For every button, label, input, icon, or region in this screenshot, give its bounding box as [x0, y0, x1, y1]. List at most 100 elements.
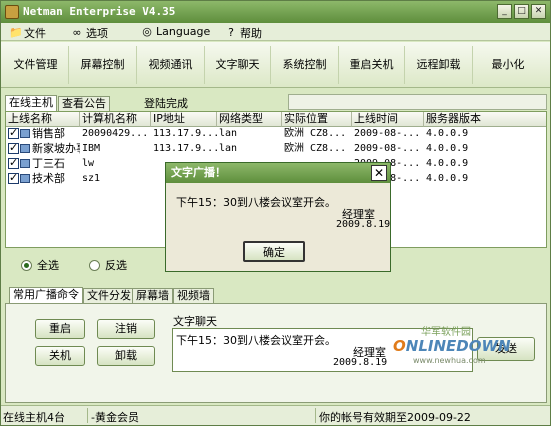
- col-header-network[interactable]: 网络类型: [217, 112, 282, 127]
- tab-file-distribution[interactable]: 文件分发: [83, 288, 135, 304]
- network-type: lan: [219, 143, 238, 154]
- tab-broadcast-commands[interactable]: 常用广播命令: [9, 287, 83, 304]
- col-header-time[interactable]: 上线时间: [352, 112, 424, 127]
- member-level: -黄金会员: [91, 411, 139, 424]
- col-header-ip[interactable]: IP地址: [151, 112, 217, 127]
- computer-icon: [20, 174, 30, 183]
- watermark-en: ONLINEDOWN: [393, 337, 511, 355]
- server-version: 4.0.0.9: [426, 143, 469, 154]
- app-icon: [5, 5, 19, 19]
- broadcast-dialog: 文字广播！ ✕ 下午15：30到八楼会议室开会。 经理室 2009.8.19 确…: [165, 162, 391, 272]
- ip-address: 113.17.9...: [153, 128, 217, 139]
- computer-name: IBM: [82, 143, 101, 154]
- row-checkbox[interactable]: [8, 142, 19, 155]
- online-time: 2009-08-...: [354, 128, 421, 139]
- server-version: 4.0.0.9: [426, 128, 469, 139]
- online-time: 2009-08-...: [354, 143, 421, 154]
- server-version: 4.0.0.9: [426, 158, 469, 169]
- account-expiry: 你的帐号有效期至2009-09-22: [319, 411, 471, 424]
- menu-language[interactable]: ◎ Language: [141, 25, 210, 38]
- computer-name: 20090429...: [82, 128, 149, 139]
- host-name-cell: 销售部: [6, 127, 80, 141]
- row-checkbox[interactable]: [8, 127, 19, 140]
- menu-file-label: 文件: [24, 27, 46, 40]
- menu-options[interactable]: ∞ 选项: [71, 25, 108, 41]
- host-name: 技术部: [32, 172, 65, 185]
- toolbar: 文件管理 屏幕控制 视频通讯 文字聊天 系统控制 重启关机 远程卸载 最小化: [1, 42, 550, 88]
- login-status: 登陆完成: [144, 97, 188, 110]
- table-row[interactable]: 新家坡办事处 IBM 113.17.9... lan 欧洲 CZ8... 200…: [6, 142, 546, 156]
- tab-screen-wall[interactable]: 屏幕墙: [132, 288, 173, 304]
- menu-options-label: 选项: [86, 27, 108, 40]
- menu-help-label: 帮助: [240, 27, 262, 40]
- chat-label: 文字聊天: [173, 315, 217, 328]
- screen-control-button[interactable]: 屏幕控制: [69, 46, 137, 84]
- watermark-cn: 华军软件园: [421, 327, 471, 338]
- computer-icon: [20, 129, 30, 138]
- menu-language-label: Language: [156, 25, 211, 38]
- row-checkbox[interactable]: [8, 157, 19, 170]
- host-name-cell: 新家坡办事处: [6, 142, 80, 156]
- text-chat-button[interactable]: 文字聊天: [205, 46, 271, 84]
- dialog-close-button[interactable]: ✕: [371, 165, 387, 181]
- file-manage-button[interactable]: 文件管理: [3, 46, 69, 84]
- logoff-button[interactable]: 注销: [97, 319, 155, 339]
- restart-button[interactable]: 重启: [35, 319, 85, 339]
- shutdown-button[interactable]: 关机: [35, 346, 85, 366]
- computer-icon: [20, 159, 30, 168]
- host-name: 丁三石: [32, 157, 65, 170]
- host-name: 销售部: [32, 127, 65, 140]
- menu-help[interactable]: ? 帮助: [225, 25, 262, 41]
- chat-message: 下午15：30到八楼会议室开会。: [176, 334, 336, 347]
- dialog-message: 下午15：30到八楼会议室开会。: [176, 196, 336, 209]
- computer-icon: [20, 144, 30, 153]
- status-divider: [87, 408, 88, 423]
- dialog-ok-button[interactable]: 确定: [243, 241, 305, 262]
- restart-shutdown-button[interactable]: 重启关机: [339, 46, 405, 84]
- online-count: 在线主机4台: [3, 411, 65, 424]
- menu-bar: 📁 文件 ∞ 选项 ◎ Language ? 帮助: [1, 23, 550, 41]
- video-call-button[interactable]: 视频通讯: [137, 46, 205, 84]
- help-icon: ?: [228, 26, 234, 39]
- ip-address: 113.17.9...: [153, 143, 217, 154]
- tab-video-wall[interactable]: 视频墙: [173, 288, 214, 304]
- uninstall-button[interactable]: 卸载: [97, 346, 155, 366]
- window-title: Netman Enterprise V4.35: [23, 5, 176, 18]
- location: 欧洲 CZ8...: [284, 128, 347, 139]
- table-row[interactable]: 销售部 20090429... 113.17.9... lan 欧洲 CZ8..…: [6, 127, 546, 141]
- tab-online-hosts[interactable]: 在线主机: [5, 95, 57, 112]
- dialog-title-bar[interactable]: 文字广播！: [166, 163, 390, 183]
- maximize-button[interactable]: □: [514, 4, 529, 19]
- radio-dot: [89, 259, 100, 271]
- chat-date: 2009.8.19: [333, 357, 388, 368]
- status-divider: [315, 408, 316, 423]
- server-version: 4.0.0.9: [426, 173, 469, 184]
- col-header-computer[interactable]: 计算机名称: [80, 112, 151, 127]
- minimize-button[interactable]: _: [497, 4, 512, 19]
- close-button[interactable]: ✕: [531, 4, 546, 19]
- minimize-app-button[interactable]: 最小化: [473, 46, 543, 84]
- remote-uninstall-button[interactable]: 远程卸载: [405, 46, 473, 84]
- col-header-location[interactable]: 实际位置: [282, 112, 352, 127]
- main-window: Netman Enterprise V4.35 _ □ ✕ 📁 文件 ∞ 选项 …: [0, 0, 551, 426]
- title-bar[interactable]: Netman Enterprise V4.35 _ □ ✕: [1, 1, 550, 23]
- invert-select-radio[interactable]: 反选: [89, 257, 127, 273]
- status-bar: 在线主机4台 -黄金会员 你的帐号有效期至2009-09-22: [1, 405, 550, 425]
- watermark-url: www.newhua.com: [413, 356, 486, 365]
- file-icon: 📁: [9, 26, 23, 39]
- system-control-button[interactable]: 系统控制: [271, 46, 339, 84]
- watermark-logo: 华军软件园 ONLINEDOWN www.newhua.com: [393, 323, 511, 365]
- globe-icon: ◎: [142, 24, 152, 38]
- computer-name: sz1: [82, 173, 101, 184]
- col-header-name[interactable]: 上线名称: [6, 112, 80, 127]
- row-checkbox[interactable]: [8, 172, 19, 185]
- select-all-radio[interactable]: 全选: [21, 257, 59, 273]
- tab-view-notice[interactable]: 查看公告: [58, 96, 110, 112]
- col-header-version[interactable]: 服务器版本: [424, 112, 546, 127]
- network-type: lan: [219, 128, 238, 139]
- radio-dot: [21, 259, 32, 271]
- select-all-label: 全选: [37, 259, 59, 272]
- location: 欧洲 CZ8...: [284, 143, 347, 154]
- menu-file[interactable]: 📁 文件: [9, 25, 46, 41]
- host-name-cell: 丁三石: [6, 157, 80, 171]
